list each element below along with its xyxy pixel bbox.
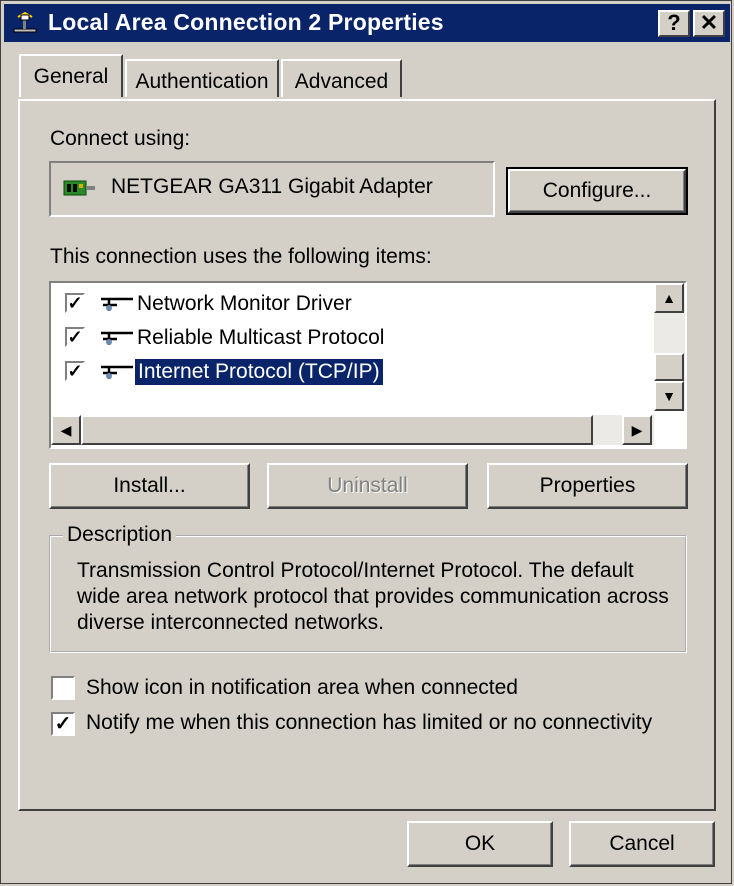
tab-general[interactable]: General xyxy=(19,54,123,97)
protocol-icon xyxy=(101,331,133,345)
help-icon: ? xyxy=(667,10,681,35)
connect-using-label: Connect using: xyxy=(50,127,191,150)
notify-label[interactable]: Notify me when this connection has limit… xyxy=(86,711,652,735)
item-label: Network Monitor Driver xyxy=(137,292,352,315)
scroll-left-button[interactable]: ◀ xyxy=(51,415,81,445)
uninstall-button[interactable]: Uninstall xyxy=(267,463,468,509)
install-button-label: Install... xyxy=(113,474,186,497)
item-label: Internet Protocol (TCP/IP) xyxy=(135,359,383,385)
close-button[interactable]: ✕ xyxy=(693,10,725,37)
configure-button-label: Configure... xyxy=(542,179,652,202)
item-checkbox[interactable]: ✓ xyxy=(65,361,85,381)
items-label: This connection uses the following items… xyxy=(50,245,432,268)
tab-advanced[interactable]: Advanced xyxy=(281,59,402,97)
item-checkbox[interactable]: ✓ xyxy=(65,293,85,313)
notify-checkbox[interactable]: ✓ xyxy=(51,712,75,736)
network-connection-icon xyxy=(13,11,37,33)
tab-advanced-label: Advanced xyxy=(294,70,389,93)
uninstall-button-label: Uninstall xyxy=(327,474,408,497)
cancel-button-label: Cancel xyxy=(609,832,675,855)
description-text: Transmission Control Protocol/Internet P… xyxy=(77,559,669,634)
properties-button-label: Properties xyxy=(539,474,636,497)
tab-authentication-label: Authentication xyxy=(135,70,269,93)
ok-button-label: OK xyxy=(464,832,496,855)
tab-authentication[interactable]: Authentication xyxy=(125,59,279,97)
help-button[interactable]: ? xyxy=(658,10,690,37)
adapter-name: NETGEAR GA311 Gigabit Adapter xyxy=(111,175,433,198)
scroll-up-button[interactable]: ▲ xyxy=(654,283,684,313)
components-list[interactable]: ✓ Network Monitor Driver ✓ Reliable Mult… xyxy=(49,281,687,449)
scroll-thumb-horizontal[interactable] xyxy=(81,415,593,445)
protocol-icon xyxy=(101,365,133,379)
scroll-thumb-vertical[interactable] xyxy=(654,353,684,381)
install-button[interactable]: Install... xyxy=(49,463,250,509)
tab-general-label: General xyxy=(33,65,109,88)
configure-button[interactable]: Configure... xyxy=(506,167,688,215)
protocol-icon xyxy=(101,297,133,311)
adapter-box: NETGEAR GA311 Gigabit Adapter xyxy=(49,161,495,217)
close-icon: ✕ xyxy=(699,10,719,35)
scroll-down-button[interactable]: ▼ xyxy=(654,381,684,411)
item-checkbox[interactable]: ✓ xyxy=(65,327,85,347)
ok-button[interactable]: OK xyxy=(407,821,553,867)
show-icon-label[interactable]: Show icon in notification area when conn… xyxy=(86,676,518,700)
horizontal-scrollbar[interactable]: ◀ ▶ xyxy=(51,415,654,445)
properties-dialog: Local Area Connection 2 Properties ? ✕ G… xyxy=(0,0,732,884)
show-icon-checkbox[interactable] xyxy=(51,676,75,700)
network-adapter-icon xyxy=(63,180,95,196)
item-label: Reliable Multicast Protocol xyxy=(137,326,385,349)
window-title: Local Area Connection 2 Properties xyxy=(48,9,444,35)
description-title: Description xyxy=(63,523,177,547)
vertical-scrollbar[interactable]: ▲ ▼ xyxy=(654,283,685,411)
cancel-button[interactable]: Cancel xyxy=(569,821,715,867)
properties-button[interactable]: Properties xyxy=(487,463,688,509)
scroll-right-button[interactable]: ▶ xyxy=(622,415,652,445)
title-bar[interactable]: Local Area Connection 2 Properties ? ✕ xyxy=(4,4,730,42)
